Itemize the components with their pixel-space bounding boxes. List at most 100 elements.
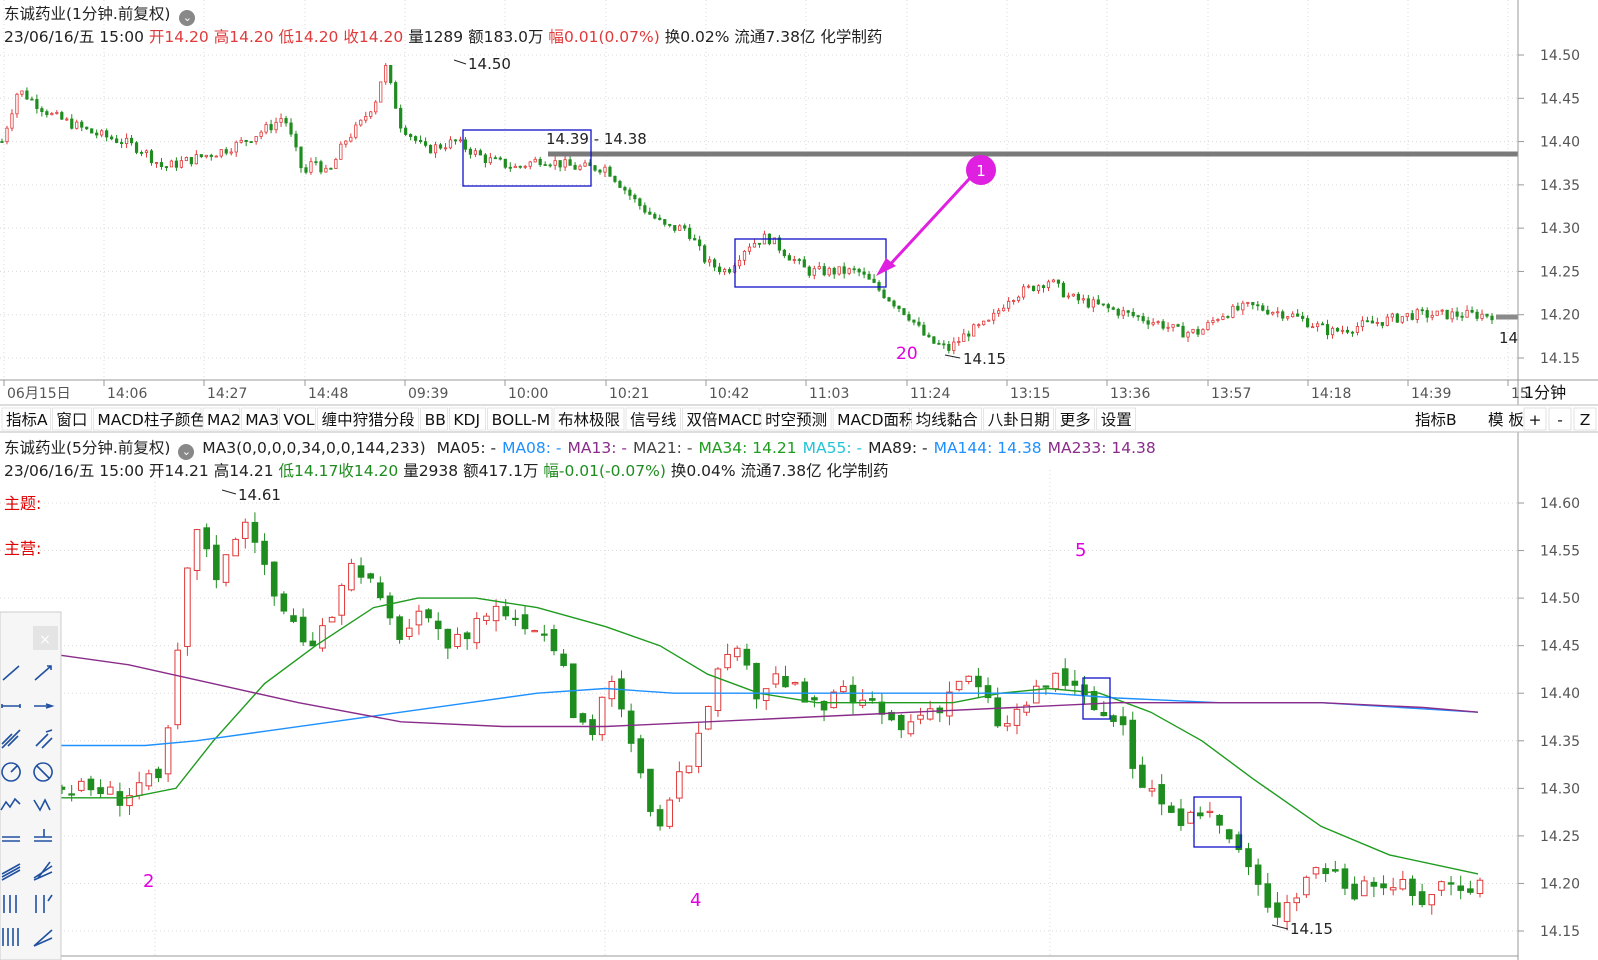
- top-candle-body: [105, 130, 109, 138]
- bot-candle-body: [878, 701, 886, 715]
- top-candle-body: [837, 266, 841, 275]
- toolbar-item[interactable]: BOLL-M: [487, 407, 553, 431]
- top-candle-body: [129, 137, 134, 144]
- bot-candle-body: [222, 554, 230, 583]
- bot-float-cap: 流通7.38亿: [740, 462, 822, 480]
- bot-candle-body: [1245, 848, 1252, 868]
- toolbar-item[interactable]: 布林极限: [553, 407, 625, 431]
- top-candle-body: [1156, 321, 1160, 324]
- top-candle-body: [189, 157, 193, 165]
- bot-candle-body: [97, 787, 104, 795]
- top-candle-body: [1226, 316, 1230, 318]
- top-candle-body: [683, 225, 687, 229]
- toolbar-item[interactable]: MACD柱子颜色: [93, 407, 206, 431]
- bottom-dropdown-icon[interactable]: ⌄: [178, 444, 195, 460]
- top-candle-body: [832, 267, 836, 275]
- top-candle-body: [1186, 331, 1190, 338]
- bot-candle-body: [270, 561, 278, 597]
- bot-vol: 量2938: [403, 462, 459, 480]
- bot-candle-body: [1274, 902, 1281, 918]
- top-candle-body: [1415, 309, 1419, 320]
- top-candle-body: [708, 259, 712, 263]
- toolbar-right-item[interactable]: 模 板: [1488, 411, 1524, 429]
- top-candle-body: [1012, 300, 1016, 302]
- toolbar-item[interactable]: 信号线: [625, 407, 681, 431]
- top-candle-body: [483, 154, 487, 164]
- top-datetime: 23/06/16/五 15:00: [4, 28, 144, 46]
- bot-candle-body: [733, 647, 741, 658]
- bot-candle-body: [840, 685, 847, 693]
- top-candle-body: [1291, 313, 1295, 318]
- top-candle-body: [1096, 299, 1100, 305]
- top-candle-body: [1056, 279, 1061, 284]
- bot-candle-body: [791, 682, 799, 685]
- toolbar-item[interactable]: MA2: [202, 407, 241, 431]
- top-candle-body: [279, 118, 283, 123]
- toolbar-right-item[interactable]: 指标B: [1415, 411, 1457, 429]
- top-candle-body: [752, 242, 757, 248]
- top-candle-body: [727, 269, 732, 273]
- toolbar-item[interactable]: 时空预测: [760, 407, 832, 431]
- toolbar-item[interactable]: KDJ: [449, 407, 486, 431]
- bot-candle-body: [849, 684, 857, 704]
- top-candle-body: [309, 161, 313, 173]
- toolbar-item[interactable]: 更多: [1055, 407, 1095, 431]
- top-candle-body: [70, 118, 74, 129]
- bot-candle-body: [1293, 897, 1301, 904]
- top-candle-body: [877, 282, 881, 291]
- toolbar-item[interactable]: 窗口: [52, 407, 92, 431]
- top-candle-body: [598, 169, 602, 173]
- toolbar-item[interactable]: VOL: [279, 407, 316, 431]
- toolbar-item[interactable]: BB: [420, 407, 448, 431]
- bot-candle-body: [251, 521, 259, 543]
- toolbar-item[interactable]: 设置: [1096, 407, 1136, 431]
- bot-candle-body: [1438, 881, 1445, 891]
- dropdown-icon[interactable]: ⌄: [179, 10, 196, 26]
- top-candle-body: [1121, 310, 1125, 316]
- toolbar-zoom-button[interactable]: Z: [1573, 407, 1597, 431]
- top-candle-body: [418, 139, 423, 143]
- bot-candle-body: [1177, 808, 1185, 826]
- toolbar-item[interactable]: 指标A: [1, 407, 51, 431]
- top-candle-body: [1490, 315, 1494, 321]
- toolbar-item[interactable]: MA3: [240, 407, 279, 431]
- top-candle-body: [234, 141, 238, 153]
- toolbar-item-label: 八卦日期: [988, 411, 1050, 429]
- toolbar-zoom-button[interactable]: +: [1523, 407, 1547, 431]
- bot-candle-body: [666, 799, 674, 827]
- toolbar-item[interactable]: MACD面积: [832, 407, 915, 431]
- top-candle-body: [1196, 328, 1200, 335]
- toolbar-item[interactable]: 均线黏合: [911, 407, 983, 431]
- toolbar-item-label: 更多: [1060, 411, 1091, 429]
- top-candle-body: [334, 158, 338, 169]
- top-xtick: 10:42: [709, 386, 749, 402]
- top-candle-body: [25, 90, 29, 100]
- toolbar-item[interactable]: 八卦日期: [983, 407, 1055, 431]
- top-candle-body: [119, 142, 124, 145]
- top-candle-body: [1276, 311, 1280, 314]
- bot-candle-body: [656, 809, 664, 827]
- toolbar-item[interactable]: 双倍MACD: [682, 407, 765, 431]
- top-candle-body: [1046, 281, 1051, 289]
- top-candle-body: [513, 165, 517, 169]
- top-candle-body: [1021, 286, 1026, 298]
- top-ytick: 14.40: [1540, 135, 1580, 151]
- bot-ytick: 14.20: [1540, 876, 1580, 892]
- toolbar-zoom-button[interactable]: -: [1548, 407, 1572, 431]
- top-candle-body: [314, 161, 318, 164]
- drawing-tool-palette: ×: [0, 611, 62, 960]
- top-candle-body: [374, 101, 378, 113]
- top-candle-body: [224, 149, 228, 154]
- top-candle-body: [1136, 315, 1140, 318]
- top-xtick: 10:21: [609, 386, 649, 402]
- toolbar-item[interactable]: 缠中狩猎分段: [317, 407, 419, 431]
- top-candle-body: [264, 124, 268, 133]
- bot-candle-body: [1418, 891, 1426, 905]
- bot-candle-body: [1061, 668, 1069, 686]
- top-candle-body: [1101, 303, 1105, 306]
- top-candle-body: [15, 93, 19, 115]
- top-candle-body: [1221, 316, 1225, 320]
- top-candle-body: [583, 162, 587, 167]
- period-button[interactable]: 1分钟: [1524, 383, 1566, 402]
- top-candle-body: [1051, 279, 1056, 283]
